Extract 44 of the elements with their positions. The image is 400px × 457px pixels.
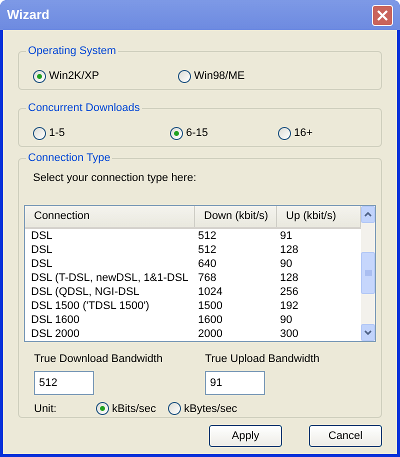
radio-button[interactable]: 1-5: [33, 121, 170, 146]
column-header[interactable]: Down (kbit/s): [195, 206, 277, 226]
dialog-button[interactable]: Apply: [209, 425, 282, 447]
group-label: Connection Type: [26, 151, 112, 165]
table-cell-text: 1024: [197, 284, 224, 298]
radio-button[interactable]: kBytes/sec: [168, 400, 238, 417]
table-cell-text: 300: [279, 326, 300, 340]
table-cell-text: 640: [197, 256, 218, 270]
table-cell-text: 1600: [197, 312, 224, 326]
field-label: True Download Bandwidth: [34, 352, 163, 367]
field-label: True Upload Bandwidth: [205, 352, 320, 367]
radio-button[interactable]: kBits/sec: [96, 400, 168, 417]
table-cell-text: DSL (QDSL, NGI-DSL: [30, 284, 140, 298]
input-field[interactable]: 91: [205, 370, 265, 394]
table-cell-text: 512: [197, 242, 218, 256]
table-cell-text: 192: [279, 298, 300, 312]
table-cell-text: DSL: [30, 228, 54, 242]
table-cell-text: 256: [279, 284, 300, 298]
radio-button[interactable]: 16+: [278, 121, 358, 146]
table-cell-text: DSL (T-DSL, newDSL, 1&1-DSL: [30, 270, 190, 284]
table-cell-text: DSL: [30, 256, 54, 270]
table-cell-text: 128: [279, 242, 300, 256]
input-field[interactable]: 512: [34, 370, 94, 394]
radio-button[interactable]: 6-15: [170, 121, 278, 146]
table-cell-text: DSL 1500 ('TDSL 1500'): [30, 298, 150, 312]
table-cell-text: 2000: [197, 326, 224, 340]
table-cell-text: 1500: [197, 298, 224, 312]
window-title: Wizard: [7, 6, 50, 24]
table-cell-text: DSL 1600: [30, 312, 81, 326]
table-cell-text: 512: [197, 228, 218, 242]
table-cell-text: DSL: [30, 242, 54, 256]
radio-button[interactable]: Win98/ME: [178, 64, 323, 89]
dialog-button[interactable]: Cancel: [309, 425, 382, 447]
instruction-text: Select your connection type here:: [32, 171, 196, 186]
group-label: Operating System: [26, 44, 118, 58]
unit-label: Unit:: [34, 402, 58, 416]
column-header[interactable]: Connection: [25, 206, 195, 226]
table-cell-text: 90: [279, 256, 294, 270]
radio-button[interactable]: Win2K/XP: [33, 64, 178, 89]
table-cell-text: 91: [279, 228, 294, 242]
table-cell-text: 768: [197, 270, 218, 284]
table-cell-text: 128: [279, 270, 300, 284]
table-cell-text: 90: [279, 312, 294, 326]
table-cell-text: DSL 2000: [30, 326, 81, 340]
